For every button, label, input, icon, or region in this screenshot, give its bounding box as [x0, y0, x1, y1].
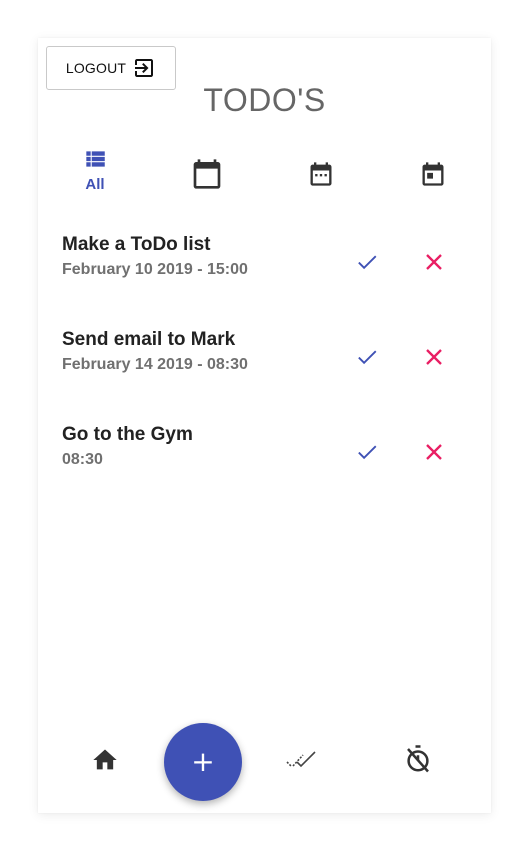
list-icon: [82, 146, 108, 172]
plus-icon: +: [191, 745, 215, 778]
check-icon[interactable]: [353, 248, 381, 276]
tab-all[interactable]: All: [67, 146, 123, 206]
page-title: TODO'S: [203, 82, 326, 118]
todo-title: Make a ToDo list: [62, 234, 211, 255]
calendar-icon: [191, 146, 223, 190]
todo-list: Make a ToDo list February 10 2019 - 15:0…: [38, 234, 491, 519]
tab-calendar[interactable]: [179, 146, 235, 206]
close-icon[interactable]: [420, 438, 448, 466]
calendar-today-icon: [419, 146, 447, 188]
check-icon[interactable]: [353, 343, 381, 371]
timer-off-icon[interactable]: [403, 743, 433, 775]
close-icon[interactable]: [420, 343, 448, 371]
tab-calendar-week[interactable]: [293, 146, 349, 206]
add-todo-button[interactable]: +: [164, 723, 242, 801]
todo-time: February 10 2019 - 15:00: [62, 261, 248, 278]
check-icon[interactable]: [353, 438, 381, 466]
done-all-icon[interactable]: [283, 746, 323, 774]
todo-title: Go to the Gym: [62, 424, 193, 445]
list-item: Make a ToDo list February 10 2019 - 15:0…: [38, 234, 491, 329]
list-item: Send email to Mark February 14 2019 - 08…: [38, 329, 491, 424]
app-card: LOGOUT TODO'S All Make a ToDo list Febru…: [38, 38, 491, 813]
page: LOGOUT TODO'S All Make a ToDo list Febru…: [0, 0, 530, 852]
todo-time: February 14 2019 - 08:30: [62, 356, 248, 373]
close-icon[interactable]: [420, 248, 448, 276]
exit-to-app-icon: [132, 56, 156, 80]
todo-time: 08:30: [62, 451, 103, 468]
home-icon[interactable]: [91, 746, 119, 774]
tab-calendar-today[interactable]: [405, 146, 461, 206]
list-item: Go to the Gym 08:30: [38, 424, 491, 519]
filter-tabs: All: [38, 146, 491, 206]
todo-title: Send email to Mark: [62, 329, 236, 350]
tab-all-label: All: [85, 176, 105, 193]
logout-label: LOGOUT: [65, 60, 127, 76]
bottom-nav: +: [38, 723, 491, 808]
calendar-week-icon: [307, 146, 335, 188]
